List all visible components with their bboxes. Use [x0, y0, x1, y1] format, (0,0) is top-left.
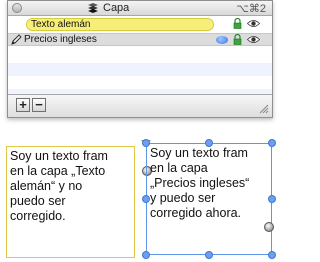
palette-title: Capa — [103, 2, 130, 14]
layer-list: Texto alemán Precios ingleses — [8, 16, 272, 102]
close-button[interactable] — [12, 3, 22, 13]
remove-layer-button[interactable]: − — [32, 98, 46, 112]
resize-handle-left[interactable] — [142, 195, 150, 203]
resize-handle-top-right[interactable] — [268, 139, 276, 147]
text-frame-locked[interactable]: Soy un texto fram en la capa „Texto alem… — [6, 146, 135, 258]
lock-icon[interactable] — [233, 18, 242, 29]
layer-row-texto-aleman[interactable]: Texto alemán — [8, 18, 272, 31]
eye-icon[interactable] — [247, 35, 260, 44]
resize-handle-bottom[interactable] — [205, 251, 213, 259]
layer-name: Precios ingleses — [24, 34, 97, 45]
resize-handle-bottom-right[interactable] — [268, 251, 276, 259]
lock-icon[interactable] — [233, 34, 242, 45]
resize-grip-icon[interactable] — [259, 104, 269, 114]
resize-handle-top-left[interactable] — [142, 139, 150, 147]
resize-handle-right[interactable] — [268, 195, 276, 203]
palette-titlebar[interactable]: Capa ⌥⌘2 — [8, 1, 272, 16]
active-layer-indicator-icon[interactable] — [216, 36, 228, 44]
layer-name: Texto alemán — [31, 19, 91, 30]
layer-name-pill[interactable]: Texto alemán — [26, 18, 214, 31]
resize-handle-bottom-left[interactable] — [142, 251, 150, 259]
pencil-icon — [11, 34, 22, 45]
text-frame-selected[interactable]: Soy un texto fram en la capa „Precios in… — [146, 143, 272, 255]
palette-shortcut: ⌥⌘2 — [236, 3, 266, 15]
text-frame-content: Soy un texto fram en la capa „Texto alem… — [10, 149, 108, 223]
empty-row — [8, 63, 272, 76]
layers-palette: Capa ⌥⌘2 Texto alemán Precios ingleses +… — [7, 0, 273, 118]
add-layer-button[interactable]: + — [16, 98, 30, 112]
eye-icon[interactable] — [247, 19, 260, 28]
palette-footer: + − — [8, 94, 272, 117]
text-frame-content: Soy un texto fram en la capa „Precios in… — [150, 146, 250, 220]
layers-icon — [88, 3, 98, 13]
frame-out-port-icon[interactable] — [264, 222, 274, 232]
layer-row-precios-ingleses[interactable]: Precios ingleses — [8, 33, 272, 46]
resize-handle-top[interactable] — [205, 139, 213, 147]
